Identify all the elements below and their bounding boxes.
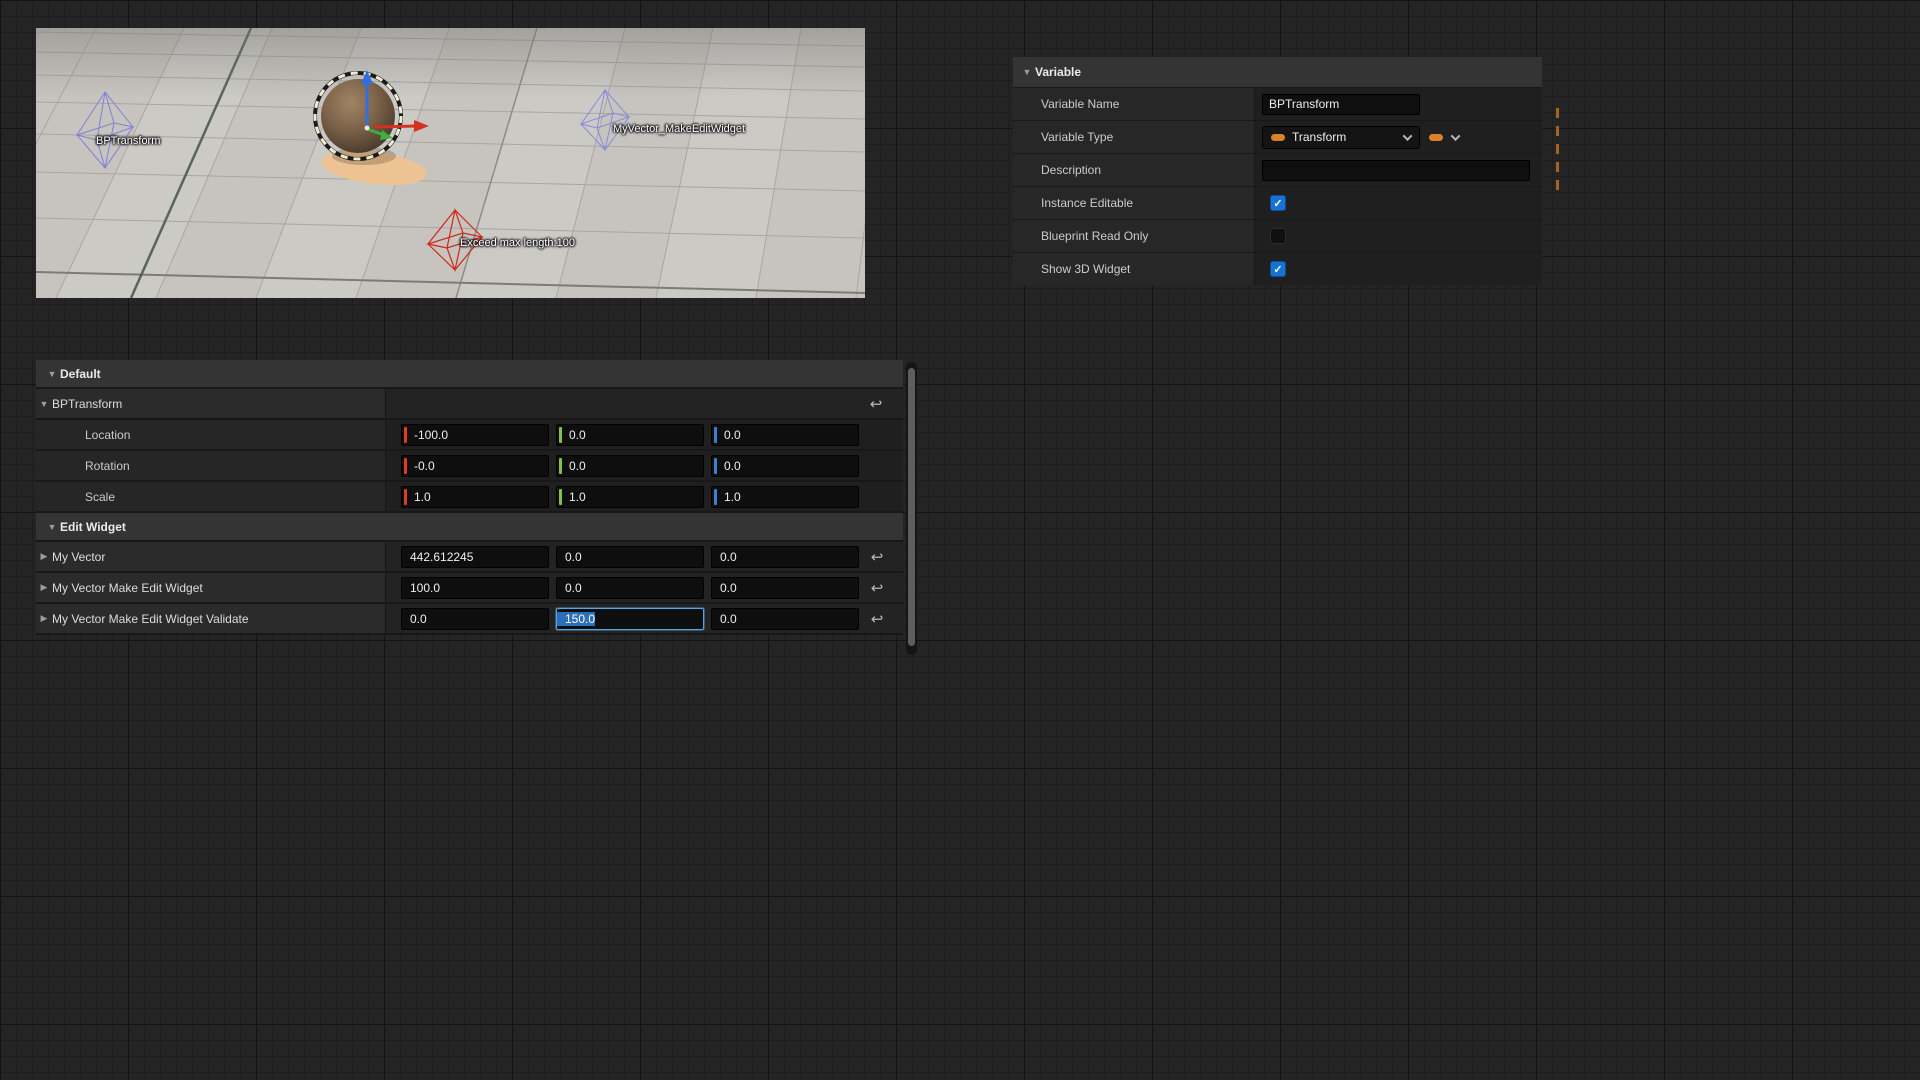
x-axis-strip-icon xyxy=(404,427,407,443)
actor-label-myvector-makeeditwidget: MyVector_MakeEditWidget xyxy=(613,123,745,135)
x-axis-strip-icon xyxy=(404,489,407,505)
x-axis-strip-icon xyxy=(404,458,407,474)
revert-to-default-button[interactable]: ↩ xyxy=(865,395,887,413)
instance-editable-label: Instance Editable xyxy=(1013,187,1254,219)
y-axis-strip-icon xyxy=(559,427,562,443)
blueprint-read-only-row: Blueprint Read Only ✓ xyxy=(1013,219,1542,252)
rotation-x-field[interactable]: -0.0 xyxy=(401,455,549,477)
location-row: Location -100.0 0.0 0.0 xyxy=(36,420,903,451)
variable-section-header[interactable]: ▼ Variable xyxy=(1013,57,1542,87)
variable-type-label: Variable Type xyxy=(1013,121,1254,153)
variable-type-dropdown[interactable]: Transform xyxy=(1262,126,1420,149)
revert-to-default-button[interactable]: ↩ xyxy=(866,548,888,566)
3d-preview-viewport[interactable]: BPTransform MyVector_MakeEditWidget Exce… xyxy=(36,28,865,298)
expander-icon[interactable]: ▶ xyxy=(36,551,52,562)
description-input[interactable] xyxy=(1262,160,1530,181)
mvmewv-x-field[interactable]: 0.0 xyxy=(401,608,549,630)
my-vector-label: My Vector xyxy=(52,550,105,564)
y-axis-strip-icon xyxy=(559,458,562,474)
location-z-field[interactable]: 0.0 xyxy=(711,424,859,446)
my-vector-make-edit-widget-validate-label: My Vector Make Edit Widget Validate xyxy=(52,612,249,626)
mvmew-x-field[interactable]: 100.0 xyxy=(401,577,549,599)
instance-editable-row: Instance Editable ✓ xyxy=(1013,186,1542,219)
mvmewv-z-field[interactable]: 0.0 xyxy=(711,608,859,630)
bptransform-row[interactable]: ▼ BPTransform ↩ xyxy=(36,389,903,420)
my-vector-y-field[interactable]: 0.0 xyxy=(556,546,704,568)
show-3d-widget-label: Show 3D Widget xyxy=(1013,253,1254,285)
my-vector-make-edit-widget-row[interactable]: ▶ My Vector Make Edit Widget 100.0 0.0 0… xyxy=(36,573,903,604)
my-vector-row[interactable]: ▶ My Vector 442.612245 0.0 0.0 ↩ xyxy=(36,542,903,573)
variable-type-row: Variable Type Transform xyxy=(1013,120,1542,153)
chevron-down-icon xyxy=(1403,131,1413,141)
rotation-z-field[interactable]: 0.0 xyxy=(711,455,859,477)
actor-label-bptransform: BPTransform xyxy=(96,135,160,147)
rotation-label: Rotation xyxy=(85,459,130,473)
details-scrollbar[interactable] xyxy=(906,362,917,655)
mvmew-y-field[interactable]: 0.0 xyxy=(556,577,704,599)
defaults-details-panel: ▼ Default ▼ BPTransform ↩ Location -100.… xyxy=(36,360,903,635)
expander-icon[interactable]: ▼ xyxy=(36,399,52,409)
expander-icon[interactable]: ▶ xyxy=(36,613,52,624)
mvmew-z-field[interactable]: 0.0 xyxy=(711,577,859,599)
scale-z-field[interactable]: 1.0 xyxy=(711,486,859,508)
z-axis-strip-icon xyxy=(714,489,717,505)
edit-widget-category-title: Edit Widget xyxy=(60,520,126,534)
preview-sphere[interactable] xyxy=(321,79,395,153)
show-3d-widget-row: Show 3D Widget ✓ xyxy=(1013,252,1542,285)
exceed-max-length-warning: Exceed max length:100 xyxy=(460,237,575,249)
rotation-row: Rotation -0.0 0.0 0.0 xyxy=(36,451,903,482)
mvmewv-y-field-focused[interactable]: 150.0 xyxy=(556,608,704,630)
viewport-scene xyxy=(36,28,865,298)
revert-to-default-button[interactable]: ↩ xyxy=(866,579,888,597)
z-axis-strip-icon xyxy=(714,427,717,443)
chevron-down-icon xyxy=(1451,131,1461,141)
variable-details-panel: ▼ Variable Variable Name Variable Type T… xyxy=(1013,57,1542,285)
y-axis-strip-icon xyxy=(559,489,562,505)
variable-name-label: Variable Name xyxy=(1013,88,1254,120)
z-axis-strip-icon xyxy=(714,458,717,474)
blueprint-read-only-checkbox[interactable]: ✓ xyxy=(1270,228,1286,244)
default-category-title: Default xyxy=(60,367,101,381)
description-label: Description xyxy=(1013,154,1254,186)
location-label: Location xyxy=(85,428,130,442)
location-y-field[interactable]: 0.0 xyxy=(556,424,704,446)
collapse-arrow-icon: ▼ xyxy=(44,522,60,532)
blueprint-editor-canvas[interactable]: { "viewport": { "labels": [ { "text": "B… xyxy=(0,0,1920,1080)
scale-y-field[interactable]: 1.0 xyxy=(556,486,704,508)
variable-name-input[interactable] xyxy=(1262,94,1420,115)
scale-label: Scale xyxy=(85,490,115,504)
scrollbar-thumb[interactable] xyxy=(908,368,915,646)
my-vector-x-field[interactable]: 442.612245 xyxy=(401,546,549,568)
my-vector-make-edit-widget-label: My Vector Make Edit Widget xyxy=(52,581,203,595)
blueprint-read-only-label: Blueprint Read Only xyxy=(1013,220,1254,252)
my-vector-z-field[interactable]: 0.0 xyxy=(711,546,859,568)
variable-type-value: Transform xyxy=(1292,130,1397,144)
default-category-header[interactable]: ▼ Default xyxy=(36,360,903,389)
my-vector-make-edit-widget-validate-row[interactable]: ▶ My Vector Make Edit Widget Validate 0.… xyxy=(36,604,903,635)
offscreen-wire-fragment xyxy=(1556,108,1559,192)
rotation-y-field[interactable]: 0.0 xyxy=(556,455,704,477)
revert-to-default-button[interactable]: ↩ xyxy=(866,610,888,628)
description-row: Description xyxy=(1013,153,1542,186)
location-x-field[interactable]: -100.0 xyxy=(401,424,549,446)
show-3d-widget-checkbox[interactable]: ✓ xyxy=(1270,261,1286,277)
variable-section-title: Variable xyxy=(1035,65,1081,79)
scale-row: Scale 1.0 1.0 1.0 xyxy=(36,482,903,513)
bptransform-row-label: BPTransform xyxy=(52,397,122,411)
container-type-selector[interactable] xyxy=(1429,134,1459,141)
instance-editable-checkbox[interactable]: ✓ xyxy=(1270,195,1286,211)
transform-type-pill-icon xyxy=(1271,134,1285,141)
scale-x-field[interactable]: 1.0 xyxy=(401,486,549,508)
container-type-pill-icon xyxy=(1429,134,1443,141)
expander-icon[interactable]: ▶ xyxy=(36,582,52,593)
collapse-arrow-icon: ▼ xyxy=(44,369,60,379)
variable-name-row: Variable Name xyxy=(1013,87,1542,120)
collapse-arrow-icon: ▼ xyxy=(1019,67,1035,77)
edit-widget-category-header[interactable]: ▼ Edit Widget xyxy=(36,513,903,542)
